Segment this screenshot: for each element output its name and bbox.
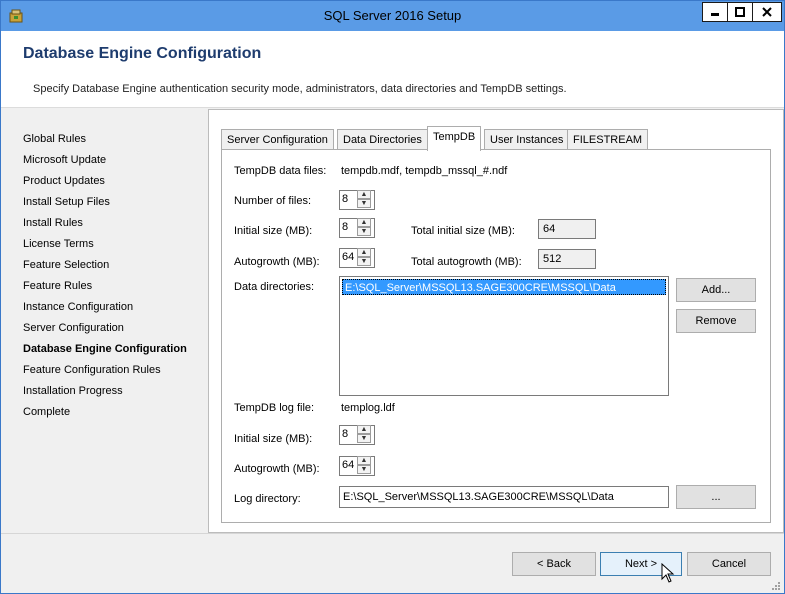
nav-item-install-setup-files[interactable]: Install Setup Files xyxy=(23,192,187,213)
resize-grip-icon[interactable] xyxy=(771,581,781,591)
chevron-down-icon[interactable]: ▼ xyxy=(357,227,371,236)
tempdb-data-files-value: tempdb.mdf, tempdb_mssql_#.ndf xyxy=(341,165,508,177)
list-item[interactable]: E:\SQL_Server\MSSQL13.SAGE300CRE\MSSQL\D… xyxy=(342,279,666,295)
page-header: Database Engine Configuration Specify Da… xyxy=(1,31,784,108)
tempdb-log-file-value: templog.ldf xyxy=(341,402,395,414)
total-initial-size-label: Total initial size (MB): xyxy=(411,225,515,237)
nav-item-instance-configuration[interactable]: Instance Configuration xyxy=(23,297,187,318)
tab-server-configuration[interactable]: Server Configuration xyxy=(221,129,334,150)
chevron-up-icon[interactable]: ▲ xyxy=(357,190,371,199)
remove-directory-button[interactable]: Remove xyxy=(676,309,756,333)
setup-steps-nav: Global Rules Microsoft Update Product Up… xyxy=(23,129,187,423)
autogrowth-label: Autogrowth (MB): xyxy=(234,256,320,268)
chevron-up-icon[interactable]: ▲ xyxy=(357,248,371,257)
number-of-files-value: 8 xyxy=(342,193,349,205)
nav-item-product-updates[interactable]: Product Updates xyxy=(23,171,187,192)
log-autogrowth-stepper[interactable]: 64 ▲ ▼ xyxy=(339,456,375,476)
data-directories-label: Data directories: xyxy=(234,281,315,293)
setup-window: SQL Server 2016 Setup Database Engine Co… xyxy=(0,0,785,594)
total-initial-size-field: 64 xyxy=(538,219,596,239)
chevron-up-icon[interactable]: ▲ xyxy=(357,425,371,434)
nav-item-server-configuration[interactable]: Server Configuration xyxy=(23,318,187,339)
tab-tempdb[interactable]: TempDB xyxy=(427,126,482,151)
close-button[interactable] xyxy=(752,2,782,22)
initial-size-value: 8 xyxy=(342,221,349,233)
title-bar[interactable]: SQL Server 2016 Setup xyxy=(1,1,784,31)
mouse-pointer-icon xyxy=(661,563,675,583)
chevron-down-icon[interactable]: ▼ xyxy=(357,465,371,474)
back-button[interactable]: < Back xyxy=(512,552,596,576)
nav-item-license-terms[interactable]: License Terms xyxy=(23,234,187,255)
window-title: SQL Server 2016 Setup xyxy=(323,8,462,23)
browse-log-directory-button[interactable]: ... xyxy=(676,485,756,509)
data-directories-list[interactable]: E:\SQL_Server\MSSQL13.SAGE300CRE\MSSQL\D… xyxy=(339,276,669,396)
tab-filestream[interactable]: FILESTREAM xyxy=(567,129,649,150)
nav-item-installation-progress[interactable]: Installation Progress xyxy=(23,381,187,402)
maximize-icon xyxy=(735,7,745,17)
autogrowth-value: 64 xyxy=(342,251,355,263)
maximize-button[interactable] xyxy=(727,2,753,22)
close-icon xyxy=(762,7,772,17)
total-autogrowth-value: 512 xyxy=(543,253,562,265)
nav-item-install-rules[interactable]: Install Rules xyxy=(23,213,187,234)
log-initial-size-stepper[interactable]: 8 ▲ ▼ xyxy=(339,425,375,445)
nav-item-feature-selection[interactable]: Feature Selection xyxy=(23,255,187,276)
number-of-files-label: Number of files: xyxy=(234,195,312,207)
total-autogrowth-label: Total autogrowth (MB): xyxy=(411,256,522,268)
total-initial-size-value: 64 xyxy=(543,223,556,235)
tempdb-log-file-label: TempDB log file: xyxy=(234,402,315,414)
chevron-down-icon[interactable]: ▼ xyxy=(357,199,371,208)
log-autogrowth-label: Autogrowth (MB): xyxy=(234,463,320,475)
minimize-button[interactable] xyxy=(702,2,728,22)
log-initial-size-label: Initial size (MB): xyxy=(234,433,313,445)
log-initial-size-value: 8 xyxy=(342,428,349,440)
nav-item-database-engine-configuration[interactable]: Database Engine Configuration xyxy=(23,339,187,360)
chevron-down-icon[interactable]: ▼ xyxy=(357,434,371,443)
initial-size-stepper[interactable]: 8 ▲ ▼ xyxy=(339,218,375,238)
add-directory-button[interactable]: Add... xyxy=(676,278,756,302)
chevron-up-icon[interactable]: ▲ xyxy=(357,456,371,465)
nav-item-microsoft-update[interactable]: Microsoft Update xyxy=(23,150,187,171)
page-title: Database Engine Configuration xyxy=(23,45,262,62)
autogrowth-stepper[interactable]: 64 ▲ ▼ xyxy=(339,248,375,268)
total-autogrowth-field: 512 xyxy=(538,249,596,269)
minimize-icon xyxy=(711,13,719,16)
log-directory-value: E:\SQL_Server\MSSQL13.SAGE300CRE\MSSQL\D… xyxy=(343,491,614,503)
log-directory-input[interactable]: E:\SQL_Server\MSSQL13.SAGE300CRE\MSSQL\D… xyxy=(339,486,669,508)
footer-divider xyxy=(1,533,784,534)
page-subtitle: Specify Database Engine authentication s… xyxy=(33,83,567,95)
tab-user-instances[interactable]: User Instances xyxy=(484,129,570,150)
tab-data-directories[interactable]: Data Directories xyxy=(337,129,428,150)
nav-item-global-rules[interactable]: Global Rules xyxy=(23,129,187,150)
chevron-down-icon[interactable]: ▼ xyxy=(357,257,371,266)
number-of-files-stepper[interactable]: 8 ▲ ▼ xyxy=(339,190,375,210)
chevron-up-icon[interactable]: ▲ xyxy=(357,218,371,227)
nav-item-complete[interactable]: Complete xyxy=(23,402,187,423)
log-autogrowth-value: 64 xyxy=(342,459,355,471)
initial-size-label: Initial size (MB): xyxy=(234,225,313,237)
tempdb-data-files-label: TempDB data files: xyxy=(234,165,327,177)
cancel-button[interactable]: Cancel xyxy=(687,552,771,576)
nav-item-feature-rules[interactable]: Feature Rules xyxy=(23,276,187,297)
nav-item-feature-configuration-rules[interactable]: Feature Configuration Rules xyxy=(23,360,187,381)
log-directory-label: Log directory: xyxy=(234,493,301,505)
